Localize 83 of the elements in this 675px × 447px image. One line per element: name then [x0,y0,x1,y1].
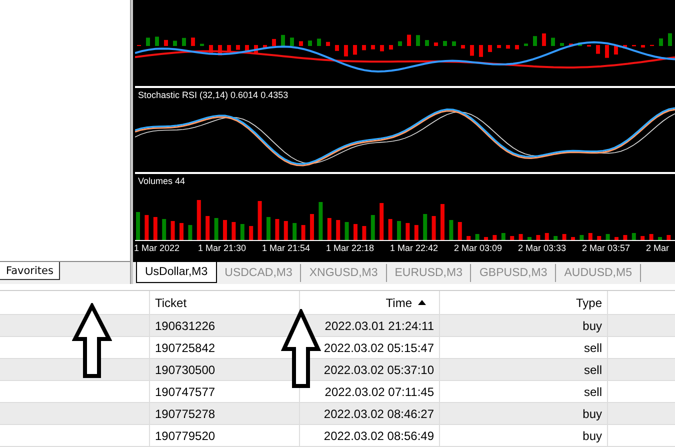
histogram-bar [668,33,672,46]
histogram-bar [173,40,177,46]
histogram-bar [605,45,609,58]
table-cell: 2022.03.02 08:56:49 [300,425,440,446]
histogram-bar [659,38,663,46]
histogram-bar [200,44,204,46]
histogram-bar [371,45,375,50]
histogram-bar [335,45,339,51]
histogram-bar [479,45,483,57]
histogram-bar [254,45,258,54]
histogram-bar [452,41,456,46]
histogram-bar [218,45,222,56]
time-axis-label: 2 Mar 03:57 [582,243,632,253]
table-cell: sell [440,381,608,402]
histogram-bar [353,45,357,55]
indicator-label: Stochastic RSI (32,14) 0.6014 0.4353 [138,90,288,100]
favorites-tab[interactable]: Favorites [0,262,60,280]
histogram-bar [551,38,555,46]
histogram-bar [497,45,501,48]
table-cell: buy [440,315,608,336]
histogram-bar [299,41,303,46]
table-cell: 2022.03.02 08:46:27 [300,403,440,424]
histogram-bar [596,45,600,54]
histogram-bar [281,34,285,46]
histogram-bar [182,38,186,46]
histogram-bar [146,38,150,46]
table-cell: sell [440,337,608,358]
table-cell: 190775278 [150,403,300,424]
histogram-bar [623,45,627,48]
histogram-bar [317,38,321,46]
table-cell: buy [440,425,608,446]
histogram-bar [569,44,573,46]
histogram-bar [560,42,564,46]
time-axis-label: 1 Mar 22:18 [326,243,376,253]
time-axis-label: 1 Mar 21:30 [198,243,248,253]
histogram-bar [191,38,195,46]
histogram-bar [515,45,519,50]
column-title: Time [386,296,412,310]
time-axis-label: 2 Mar [646,243,670,253]
histogram-bar [155,36,159,46]
histogram-bar [380,45,384,52]
column-title: Ticket [155,296,187,310]
table-cell: sell [440,359,608,380]
histogram-bar [236,45,240,50]
histogram-bar [425,40,429,46]
time-axis-label: 2 Mar 03:09 [454,243,504,253]
table-cell: 190779520 [150,425,300,446]
chart-tab[interactable]: UsDollar,M3 [136,262,217,283]
histogram-bar [524,44,528,46]
histogram-bar [344,45,348,56]
histogram-bar [578,42,582,46]
column-title: Type [576,296,602,310]
histogram-bar [488,45,492,52]
histogram-bar [209,45,213,53]
histogram-bar [263,45,267,48]
histogram-bar [326,42,330,46]
histogram-bar [407,34,411,46]
histogram-bar [164,40,168,46]
histogram-bar [461,45,465,48]
histogram-bar [533,36,537,46]
time-axis-label: 1 Mar 21:54 [262,243,312,253]
histogram-bar [416,35,420,46]
histogram-bar [542,33,546,46]
histogram-bar [272,38,276,46]
histogram-bar [290,38,294,46]
column-header[interactable]: Type [440,291,608,314]
indicator-label: Volumes 44 [138,176,186,186]
histogram-bar [362,45,366,50]
histogram-bar [443,40,447,46]
histogram-bar [470,45,474,56]
histogram-bar [641,45,645,48]
histogram-bar [434,42,438,46]
time-axis-label: 2 Mar 03:33 [518,243,568,253]
histogram-bar [614,45,618,55]
histogram-bar [398,41,402,46]
histogram-bar [245,45,249,52]
table-cell: buy [440,403,608,424]
time-axis-label: 1 Mar 22:42 [390,243,440,253]
histogram-bar [389,45,393,50]
time-axis-label: 1 Mar 2022 [134,243,181,253]
histogram-bar [308,40,312,46]
histogram-bar [506,45,510,49]
histogram-bar [227,45,231,52]
